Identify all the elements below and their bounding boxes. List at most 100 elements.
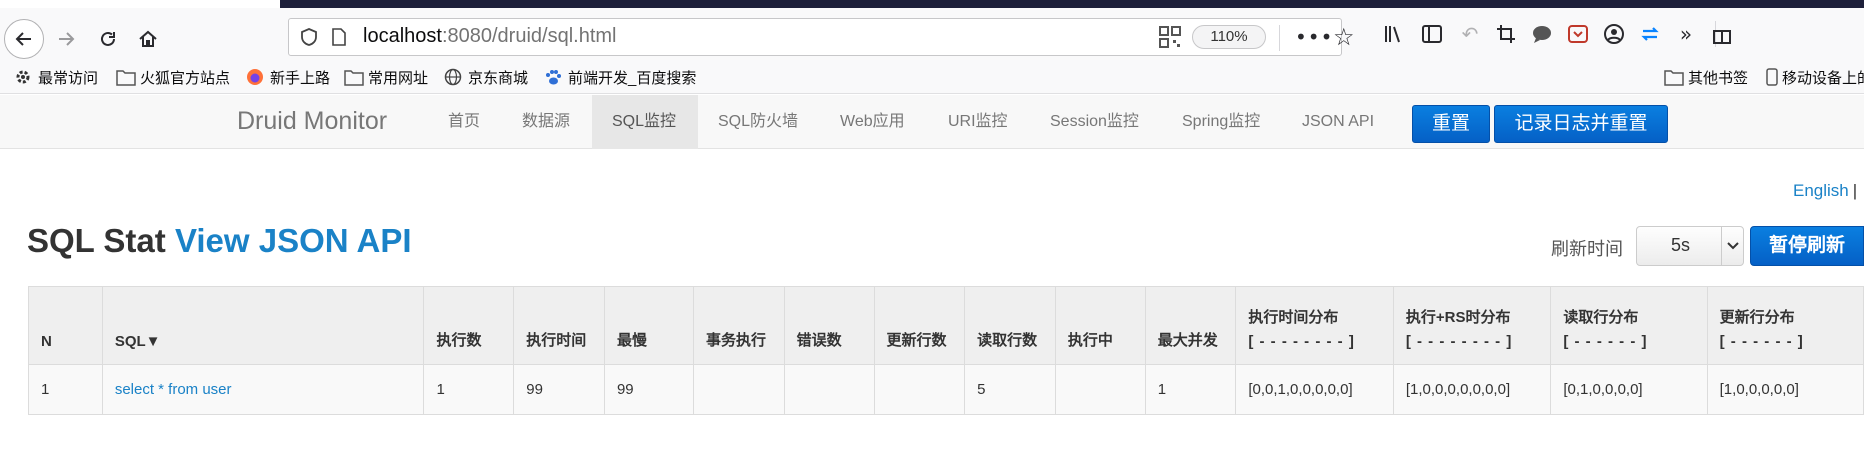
page-actions-icon[interactable]: ••• [1295, 25, 1333, 49]
cell-update-rows [873, 364, 966, 415]
bookmark-label: 移动设备上的 [1782, 69, 1864, 87]
baidu-paw-icon [544, 68, 564, 86]
col-header-update-rows-histogram[interactable]: 更新行分布 [ - - - - - - ] [1706, 286, 1864, 365]
nav-sql-monitor[interactable]: SQL监控 [592, 95, 698, 149]
home-button[interactable] [128, 19, 168, 59]
bookmark-getting-started[interactable]: 新手上路 [246, 66, 330, 88]
view-json-api-link[interactable]: View JSON API [175, 222, 412, 259]
col-header-exec-rs-histogram[interactable]: 执行+RS时分布 [ - - - - - - - - ] [1392, 286, 1552, 365]
page-info-icon[interactable] [329, 27, 349, 47]
pocket-icon[interactable] [1564, 20, 1592, 48]
bookmark-label: 京东商城 [468, 69, 529, 87]
arrow-left-icon [15, 32, 31, 46]
col-header-n[interactable]: N [28, 286, 103, 365]
zoom-level-button[interactable]: 110% [1192, 25, 1266, 49]
col-header-error-count[interactable]: 错误数 [783, 286, 875, 365]
nav-web-app[interactable]: Web应用 [820, 95, 925, 149]
reset-button[interactable]: 重置 [1412, 105, 1490, 143]
page-title: SQL Stat View JSON API [27, 222, 412, 260]
folder-icon [344, 68, 364, 86]
english-link[interactable]: English [1793, 181, 1849, 200]
bookmark-firefox-site[interactable]: 火狐官方站点 [116, 66, 230, 88]
language-separator: | [1852, 181, 1858, 200]
col-header-in-transaction[interactable]: 事务执行 [692, 286, 785, 365]
cell-exec-count: 1 [423, 364, 515, 415]
url-text[interactable]: localhost:8080/druid/sql.html [363, 25, 616, 48]
nav-session-monitor[interactable]: Session监控 [1030, 95, 1159, 149]
bookmark-label: 前端开发_百度搜索 [568, 69, 697, 87]
col-header-slowest[interactable]: 最慢 [603, 286, 694, 365]
pause-refresh-button[interactable]: 暂停刷新 [1750, 226, 1864, 266]
cell-exec-time-histogram: [0,0,1,0,0,0,0,0] [1235, 364, 1394, 415]
cell-max-concurrency: 1 [1144, 364, 1237, 415]
qr-code-icon[interactable] [1159, 26, 1181, 48]
header-label: 执行时间 [526, 332, 587, 349]
library-icon[interactable] [1380, 20, 1408, 48]
header-label: SQL▼ [114, 333, 161, 350]
bookmarks-bar: 最常访问 火狐官方站点 新手上路 常用网址 京东商城 前端开发_百度搜索 其他书… [0, 60, 1864, 94]
nav-uri-monitor[interactable]: URI监控 [928, 95, 1028, 149]
sidebar-icon[interactable] [1418, 20, 1446, 48]
forward-button[interactable] [46, 19, 86, 59]
gift-icon[interactable] [1708, 20, 1736, 48]
back-button[interactable] [4, 19, 44, 59]
bookmark-most-visited[interactable]: 最常访问 [14, 66, 98, 88]
bookmark-mobile[interactable]: 移动设备上的 [1766, 66, 1864, 88]
reload-button[interactable] [88, 19, 128, 59]
nav-datasource[interactable]: 数据源 [502, 95, 590, 149]
nav-json-api[interactable]: JSON API [1282, 95, 1394, 149]
header-label: 执行+RS时分布 [1405, 309, 1511, 326]
bookmark-baidu-frontend[interactable]: 前端开发_百度搜索 [544, 66, 696, 88]
sql-detail-link[interactable]: select * from user [115, 381, 232, 398]
chat-bubble-icon[interactable] [1528, 20, 1556, 48]
account-icon[interactable] [1600, 20, 1628, 48]
header-sublabel: [ - - - - - - - - ] [1405, 333, 1513, 350]
col-header-sql[interactable]: SQL▼ [101, 286, 425, 365]
col-header-exec-time-histogram[interactable]: 执行时间分布 [ - - - - - - - - ] [1235, 286, 1394, 365]
druid-navbar: Druid Monitor 首页 数据源 SQL监控 SQL防火墙 Web应用 … [0, 95, 1864, 149]
gear-icon [14, 68, 34, 86]
col-header-max-concurrency[interactable]: 最大并发 [1144, 286, 1237, 365]
cell-n: 1 [28, 364, 103, 415]
url-bar[interactable]: localhost:8080/druid/sql.html 110% ••• ☆ [288, 18, 1355, 56]
col-header-exec-count[interactable]: 执行数 [423, 286, 515, 365]
header-label: 最慢 [616, 332, 647, 349]
folder-icon [1664, 68, 1684, 86]
sync-icon[interactable] [1636, 20, 1664, 48]
language-switcher: English | [1793, 181, 1857, 201]
col-header-exec-time[interactable]: 执行时间 [513, 286, 605, 365]
bookmark-common-sites[interactable]: 常用网址 [344, 66, 428, 88]
bookmark-other[interactable]: 其他书签 [1664, 66, 1748, 88]
col-header-read-rows[interactable]: 读取行数 [964, 286, 1056, 365]
undo-icon[interactable]: ↶ [1456, 20, 1484, 48]
col-header-update-rows[interactable]: 更新行数 [873, 286, 966, 365]
header-label: 读取行数 [977, 332, 1038, 349]
refresh-interval-label: 刷新时间 [1551, 239, 1623, 259]
nav-home[interactable]: 首页 [428, 95, 500, 149]
header-label: 最大并发 [1157, 332, 1218, 349]
col-header-read-rows-histogram[interactable]: 读取行分布 [ - - - - - - ] [1550, 286, 1708, 365]
window-top-strip [280, 0, 1864, 8]
shield-icon[interactable] [299, 27, 319, 47]
overflow-chevron-icon[interactable]: » [1672, 20, 1700, 48]
bookmark-label: 常用网址 [368, 69, 429, 87]
table-row: 1 select * from user 1 99 99 5 1 [0,0,1,… [28, 364, 1864, 415]
bookmark-label: 新手上路 [270, 69, 331, 87]
header-label: 事务执行 [705, 332, 766, 349]
bookmark-jd[interactable]: 京东商城 [444, 66, 528, 88]
col-header-running[interactable]: 执行中 [1054, 286, 1146, 365]
cell-slowest: 99 [603, 364, 694, 415]
header-sublabel: [ - - - - - - ] [1563, 333, 1648, 350]
nav-sql-firewall[interactable]: SQL防火墙 [698, 95, 818, 149]
brand-title[interactable]: Druid Monitor [237, 107, 387, 136]
folder-icon [116, 68, 136, 86]
header-label: 读取行分布 [1563, 309, 1639, 326]
bookmark-star-icon[interactable]: ☆ [1333, 23, 1355, 51]
log-and-reset-button[interactable]: 记录日志并重置 [1494, 105, 1668, 143]
header-sublabel: [ - - - - - - - - ] [1248, 333, 1355, 350]
cell-read-rows: 5 [964, 364, 1056, 415]
url-host: localhost [363, 25, 442, 47]
refresh-interval-select[interactable]: 5s [1636, 226, 1744, 266]
crop-icon[interactable] [1492, 20, 1520, 48]
nav-spring-monitor[interactable]: Spring监控 [1162, 95, 1280, 149]
